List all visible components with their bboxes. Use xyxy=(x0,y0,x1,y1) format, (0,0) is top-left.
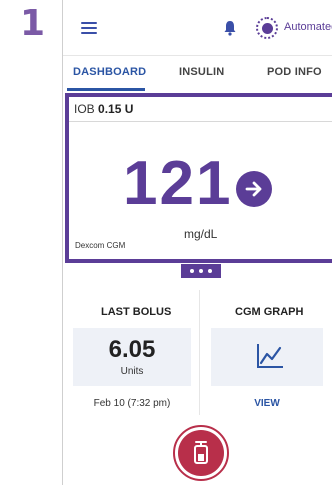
last-bolus-box: 6.05 Units xyxy=(73,328,191,386)
hamburger-icon[interactable] xyxy=(81,22,97,34)
page-dot xyxy=(199,269,203,273)
page-dot xyxy=(208,269,212,273)
last-bolus-unit: Units xyxy=(120,366,144,377)
step-number: 1 xyxy=(20,3,46,44)
tab-bar: DASHBOARD INSULIN POD INFO xyxy=(63,57,332,91)
arrow-right-icon xyxy=(236,171,272,207)
mode-label[interactable]: Automated xyxy=(284,21,332,33)
last-bolus-title: LAST BOLUS xyxy=(101,306,172,318)
view-cgm-graph-link[interactable]: VIEW xyxy=(211,398,323,409)
tab-pod-info[interactable]: POD INFO xyxy=(267,66,322,78)
tab-insulin[interactable]: INSULIN xyxy=(179,66,224,78)
automated-mode-icon[interactable] xyxy=(256,17,278,39)
bolus-button[interactable] xyxy=(173,425,229,481)
glucose-unit: mg/dL xyxy=(184,227,218,241)
cgm-graph-box[interactable] xyxy=(211,328,323,386)
iob-divider xyxy=(69,121,332,122)
iob-readout: IOB 0.15 U xyxy=(74,102,133,116)
bolus-icon xyxy=(194,441,208,464)
cgm-source: Dexcom CGM xyxy=(75,241,126,250)
last-bolus-value: 6.05 xyxy=(108,336,156,363)
bell-icon[interactable] xyxy=(223,20,237,36)
iob-label: IOB xyxy=(74,102,95,116)
app-header: Automated xyxy=(63,0,332,56)
page-indicator[interactable] xyxy=(181,264,221,278)
widget-divider xyxy=(199,290,200,415)
cgm-card[interactable]: IOB 0.15 U 121 mg/dL Dexcom CGM xyxy=(65,93,332,263)
cgm-graph-title: CGM GRAPH xyxy=(235,306,304,318)
phone-screen: Automated DASHBOARD INSULIN POD INFO IOB… xyxy=(62,0,332,485)
line-chart-icon xyxy=(257,344,283,368)
glucose-value: 121 xyxy=(123,149,233,218)
last-bolus-time: Feb 10 (7:32 pm) xyxy=(93,398,171,409)
iob-value: 0.15 U xyxy=(98,102,134,116)
tab-dashboard[interactable]: DASHBOARD xyxy=(73,66,146,78)
page-dot xyxy=(190,269,194,273)
active-tab-indicator xyxy=(67,88,145,91)
